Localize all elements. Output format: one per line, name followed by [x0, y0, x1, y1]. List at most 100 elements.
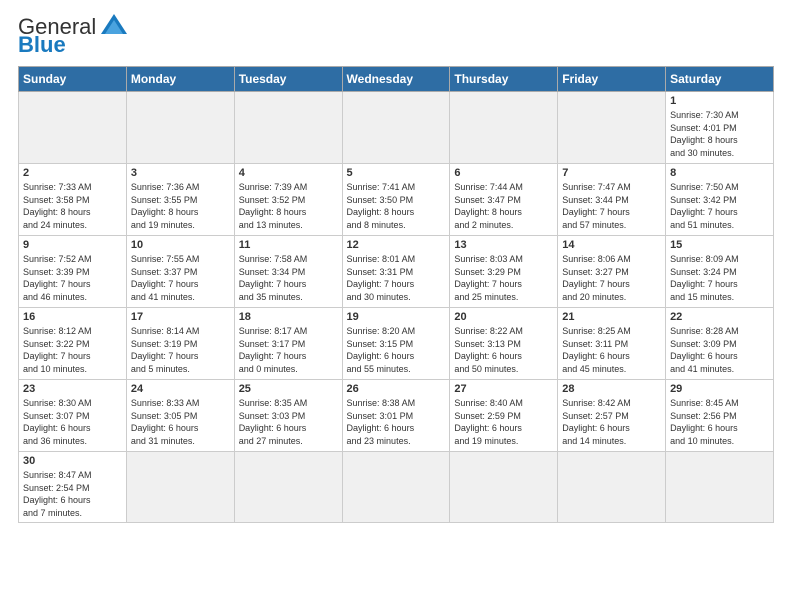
day-cell: 7Sunrise: 7:47 AM Sunset: 3:44 PM Daylig…	[558, 164, 666, 236]
day-cell: 29 Sunrise: 8:45 AM Sunset: 2:56 PM Dayli…	[666, 380, 774, 452]
day-cell: 13 Sunrise: 8:03 AM Sunset: 3:29 PM Dayli…	[450, 236, 558, 308]
day-info: Sunrise: 8:40 AM Sunset: 2:59 PM Dayligh…	[454, 397, 553, 447]
day-number: 18	[239, 311, 338, 323]
day-number: 14	[562, 239, 661, 251]
day-cell: 10Sunrise: 7:55 AM Sunset: 3:37 PM Dayli…	[126, 236, 234, 308]
day-number: 20	[454, 311, 553, 323]
day-info: Sunrise: 7:36 AM Sunset: 3:55 PM Dayligh…	[131, 181, 230, 231]
day-cell	[666, 452, 774, 523]
day-cell: 30Sunrise: 8:47 AM Sunset: 2:54 PM Dayli…	[19, 452, 127, 523]
day-number: 29	[670, 383, 769, 395]
day-number: 13	[454, 239, 553, 251]
day-cell	[126, 92, 234, 164]
day-info: Sunrise: 7:44 AM Sunset: 3:47 PM Dayligh…	[454, 181, 553, 231]
day-cell	[558, 92, 666, 164]
day-cell: 26 Sunrise: 8:38 AM Sunset: 3:01 PM Dayli…	[342, 380, 450, 452]
day-cell	[19, 92, 127, 164]
day-number: 6	[454, 167, 553, 179]
day-cell: 27 Sunrise: 8:40 AM Sunset: 2:59 PM Dayli…	[450, 380, 558, 452]
logo-blue: Blue	[18, 34, 66, 56]
day-info: Sunrise: 8:17 AM Sunset: 3:17 PM Dayligh…	[239, 325, 338, 375]
day-cell: 11Sunrise: 7:58 AM Sunset: 3:34 PM Dayli…	[234, 236, 342, 308]
day-cell: 1 Sunrise: 7:30 AM Sunset: 4:01 PM Daylig…	[666, 92, 774, 164]
day-cell	[234, 452, 342, 523]
day-info: Sunrise: 8:28 AM Sunset: 3:09 PM Dayligh…	[670, 325, 769, 375]
day-info: Sunrise: 8:30 AM Sunset: 3:07 PM Dayligh…	[23, 397, 122, 447]
day-cell	[450, 452, 558, 523]
day-info: Sunrise: 8:42 AM Sunset: 2:57 PM Dayligh…	[562, 397, 661, 447]
day-cell: 20 Sunrise: 8:22 AM Sunset: 3:13 PM Dayli…	[450, 308, 558, 380]
day-info: Sunrise: 7:30 AM Sunset: 4:01 PM Dayligh…	[670, 109, 769, 159]
day-cell: 19Sunrise: 8:20 AM Sunset: 3:15 PM Dayli…	[342, 308, 450, 380]
day-info: Sunrise: 8:45 AM Sunset: 2:56 PM Dayligh…	[670, 397, 769, 447]
day-number: 27	[454, 383, 553, 395]
day-cell: 6 Sunrise: 7:44 AM Sunset: 3:47 PM Daylig…	[450, 164, 558, 236]
day-cell: 9Sunrise: 7:52 AM Sunset: 3:39 PM Daylig…	[19, 236, 127, 308]
day-info: Sunrise: 8:38 AM Sunset: 3:01 PM Dayligh…	[347, 397, 446, 447]
day-info: Sunrise: 8:09 AM Sunset: 3:24 PM Dayligh…	[670, 253, 769, 303]
day-info: Sunrise: 8:33 AM Sunset: 3:05 PM Dayligh…	[131, 397, 230, 447]
day-number: 5	[347, 167, 446, 179]
day-info: Sunrise: 8:12 AM Sunset: 3:22 PM Dayligh…	[23, 325, 122, 375]
day-info: Sunrise: 7:50 AM Sunset: 3:42 PM Dayligh…	[670, 181, 769, 231]
page: General Blue SundayMondayTuesdayWednesda…	[0, 0, 792, 533]
day-cell: 2Sunrise: 7:33 AM Sunset: 3:58 PM Daylig…	[19, 164, 127, 236]
day-cell: 14 Sunrise: 8:06 AM Sunset: 3:27 PM Dayli…	[558, 236, 666, 308]
day-info: Sunrise: 7:58 AM Sunset: 3:34 PM Dayligh…	[239, 253, 338, 303]
day-cell: 24Sunrise: 8:33 AM Sunset: 3:05 PM Dayli…	[126, 380, 234, 452]
week-row-4: 16 Sunrise: 8:12 AM Sunset: 3:22 PM Dayli…	[19, 308, 774, 380]
day-cell: 18 Sunrise: 8:17 AM Sunset: 3:17 PM Dayli…	[234, 308, 342, 380]
week-row-5: 23Sunrise: 8:30 AM Sunset: 3:07 PM Dayli…	[19, 380, 774, 452]
day-number: 26	[347, 383, 446, 395]
day-number: 4	[239, 167, 338, 179]
day-cell: 16 Sunrise: 8:12 AM Sunset: 3:22 PM Dayli…	[19, 308, 127, 380]
weekday-thursday: Thursday	[450, 67, 558, 92]
weekday-header-row: SundayMondayTuesdayWednesdayThursdayFrid…	[19, 67, 774, 92]
weekday-wednesday: Wednesday	[342, 67, 450, 92]
weekday-sunday: Sunday	[19, 67, 127, 92]
week-row-3: 9Sunrise: 7:52 AM Sunset: 3:39 PM Daylig…	[19, 236, 774, 308]
day-cell: 22Sunrise: 8:28 AM Sunset: 3:09 PM Dayli…	[666, 308, 774, 380]
weekday-saturday: Saturday	[666, 67, 774, 92]
day-info: Sunrise: 8:03 AM Sunset: 3:29 PM Dayligh…	[454, 253, 553, 303]
day-number: 15	[670, 239, 769, 251]
day-info: Sunrise: 7:33 AM Sunset: 3:58 PM Dayligh…	[23, 181, 122, 231]
day-number: 16	[23, 311, 122, 323]
day-info: Sunrise: 8:01 AM Sunset: 3:31 PM Dayligh…	[347, 253, 446, 303]
day-cell: 15 Sunrise: 8:09 AM Sunset: 3:24 PM Dayli…	[666, 236, 774, 308]
day-cell	[342, 92, 450, 164]
day-number: 10	[131, 239, 230, 251]
day-cell: 28Sunrise: 8:42 AM Sunset: 2:57 PM Dayli…	[558, 380, 666, 452]
day-info: Sunrise: 7:41 AM Sunset: 3:50 PM Dayligh…	[347, 181, 446, 231]
day-cell: 5 Sunrise: 7:41 AM Sunset: 3:50 PM Daylig…	[342, 164, 450, 236]
day-number: 3	[131, 167, 230, 179]
week-row-1: 1 Sunrise: 7:30 AM Sunset: 4:01 PM Daylig…	[19, 92, 774, 164]
day-cell: 17Sunrise: 8:14 AM Sunset: 3:19 PM Dayli…	[126, 308, 234, 380]
day-number: 25	[239, 383, 338, 395]
day-number: 30	[23, 455, 122, 467]
day-cell	[234, 92, 342, 164]
header: General Blue	[18, 16, 774, 56]
day-info: Sunrise: 7:39 AM Sunset: 3:52 PM Dayligh…	[239, 181, 338, 231]
week-row-2: 2Sunrise: 7:33 AM Sunset: 3:58 PM Daylig…	[19, 164, 774, 236]
day-cell: 3 Sunrise: 7:36 AM Sunset: 3:55 PM Daylig…	[126, 164, 234, 236]
day-info: Sunrise: 8:22 AM Sunset: 3:13 PM Dayligh…	[454, 325, 553, 375]
day-number: 1	[670, 95, 769, 107]
day-info: Sunrise: 8:25 AM Sunset: 3:11 PM Dayligh…	[562, 325, 661, 375]
day-info: Sunrise: 8:06 AM Sunset: 3:27 PM Dayligh…	[562, 253, 661, 303]
day-cell: 12 Sunrise: 8:01 AM Sunset: 3:31 PM Dayli…	[342, 236, 450, 308]
weekday-tuesday: Tuesday	[234, 67, 342, 92]
day-info: Sunrise: 8:35 AM Sunset: 3:03 PM Dayligh…	[239, 397, 338, 447]
day-number: 9	[23, 239, 122, 251]
day-cell	[558, 452, 666, 523]
calendar-table: SundayMondayTuesdayWednesdayThursdayFrid…	[18, 66, 774, 523]
day-info: Sunrise: 8:14 AM Sunset: 3:19 PM Dayligh…	[131, 325, 230, 375]
logo-icon	[99, 12, 129, 38]
weekday-monday: Monday	[126, 67, 234, 92]
day-cell: 8Sunrise: 7:50 AM Sunset: 3:42 PM Daylig…	[666, 164, 774, 236]
day-cell: 25 Sunrise: 8:35 AM Sunset: 3:03 PM Dayli…	[234, 380, 342, 452]
day-info: Sunrise: 7:47 AM Sunset: 3:44 PM Dayligh…	[562, 181, 661, 231]
day-number: 19	[347, 311, 446, 323]
day-cell: 21Sunrise: 8:25 AM Sunset: 3:11 PM Dayli…	[558, 308, 666, 380]
day-number: 12	[347, 239, 446, 251]
